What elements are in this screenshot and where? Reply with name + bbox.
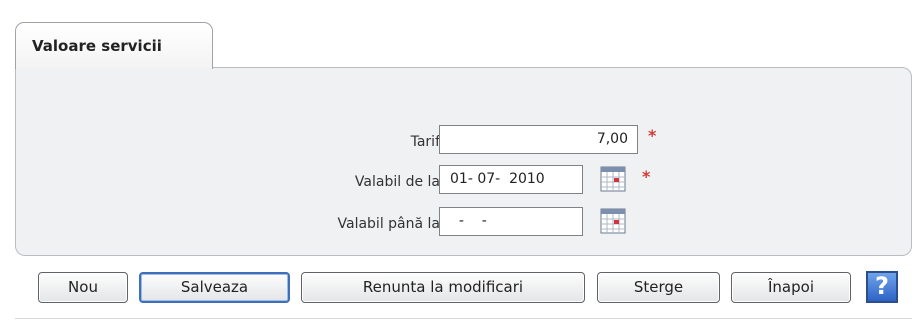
tarif-input[interactable]: 7,00 xyxy=(439,125,638,154)
help-icon[interactable]: ? xyxy=(866,271,898,303)
inapoi-button[interactable]: Înapoi xyxy=(731,272,851,303)
calendar-icon[interactable] xyxy=(600,208,626,234)
tarif-label: Tarif xyxy=(410,134,440,150)
form-panel: Tarif 7,00 * Valabil de la 01- 07- 2010 … xyxy=(15,67,912,256)
sterge-button[interactable]: Sterge xyxy=(597,272,720,303)
tab-valoare-servicii[interactable]: Valoare servicii xyxy=(15,22,213,69)
divider xyxy=(15,318,912,319)
valabil-de-la-label: Valabil de la xyxy=(354,174,440,190)
salveaza-button[interactable]: Salveaza xyxy=(139,272,290,303)
tarif-required-marker: * xyxy=(648,126,657,145)
tab-label: Valoare servicii xyxy=(32,37,162,55)
valabil-de-la-required-marker: * xyxy=(642,167,651,186)
valabil-pana-la-label: Valabil până la xyxy=(337,216,441,232)
valabil-pana-la-input[interactable]: - - xyxy=(439,207,583,236)
calendar-icon[interactable] xyxy=(600,166,626,192)
valabil-de-la-input[interactable]: 01- 07- 2010 xyxy=(439,165,583,194)
nou-button[interactable]: Nou xyxy=(38,272,128,303)
renunta-la-modificari-button[interactable]: Renunta la modificari xyxy=(301,272,585,303)
